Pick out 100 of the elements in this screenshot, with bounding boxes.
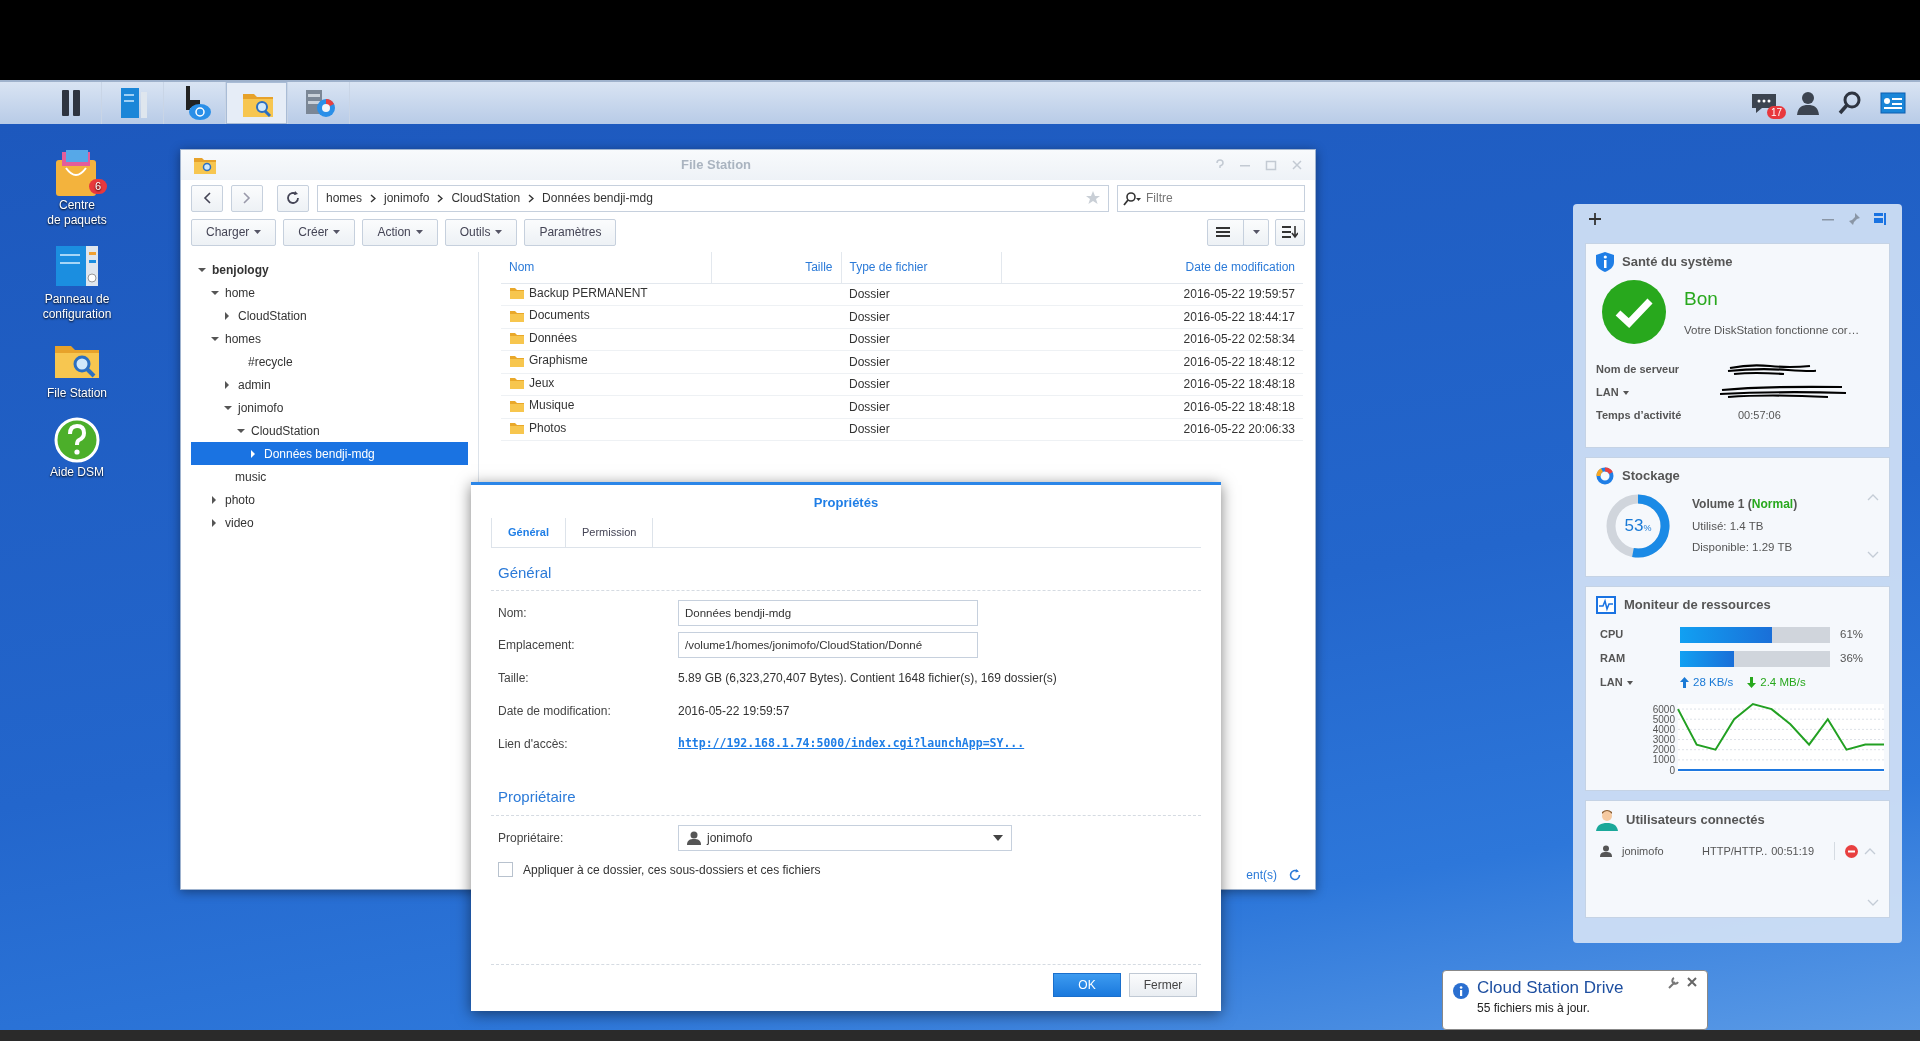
item-count-text: ent(s) — [1246, 867, 1277, 884]
widget-title: Moniteur de ressources — [1624, 596, 1771, 614]
file-name[interactable]: Photos — [509, 418, 567, 437]
checkbox-label: Appliquer à ce dossier, ces sous-dossiers et ces fichiers — [523, 861, 821, 879]
desktop-shortcut[interactable]: Panneau de configuration — [27, 242, 127, 322]
dialog-title: Propriétés — [812, 494, 880, 512]
search-icon — [1123, 191, 1141, 206]
tree-item[interactable]: video — [191, 511, 468, 534]
toolbar-button[interactable]: Créer — [283, 218, 356, 246]
disconnect-icon[interactable] — [1845, 844, 1859, 858]
breadcrumb-link[interactable]: CloudStation — [451, 189, 521, 207]
star-icon[interactable] — [1086, 191, 1100, 205]
field-label: Taille: — [498, 669, 530, 687]
desktop-shortcut[interactable]: Centre de paquets 6 — [27, 148, 127, 228]
filter-field[interactable]: Filtre — [1117, 184, 1305, 212]
file-name[interactable]: Graphisme — [509, 351, 588, 369]
info-icon — [1453, 983, 1469, 999]
file-name[interactable]: Données — [509, 328, 578, 347]
tree-item[interactable]: admin — [191, 373, 468, 396]
desktop-shortcut[interactable]: Aide DSM — [27, 415, 127, 480]
column-header[interactable]: Date de modification — [1001, 252, 1303, 283]
panel-icon[interactable] — [1874, 213, 1886, 225]
breadcrumb-link[interactable]: jonimofo — [384, 189, 430, 207]
close-button[interactable]: Fermer — [1129, 973, 1197, 997]
column-header[interactable]: Type de fichier — [841, 252, 1001, 283]
tree-item[interactable]: #recycle — [191, 350, 468, 373]
plus-icon[interactable] — [1589, 213, 1601, 225]
health-status: Bon — [1684, 287, 1719, 312]
table-cell: Dossier — [841, 328, 1001, 351]
desktop-shortcut[interactable]: File Station — [27, 336, 127, 401]
widget-title: Santé du système — [1622, 253, 1733, 272]
ok-button[interactable]: OK — [1053, 973, 1121, 997]
file-name[interactable]: Backup PERMANENT — [509, 283, 648, 302]
search-icon — [1838, 91, 1862, 115]
tab[interactable]: Permission — [565, 517, 654, 547]
sort-button[interactable] — [1275, 218, 1305, 246]
available-space: Disponible: 1.29 TB — [1692, 540, 1794, 555]
caret-icon — [415, 230, 423, 234]
text-field[interactable]: Données bendji-mdg — [678, 600, 978, 626]
usage-percent: 53% — [1624, 514, 1652, 537]
upload-rate: 28 KB/s — [1693, 674, 1734, 690]
lan-dropdown[interactable]: LAN — [1600, 674, 1623, 691]
tab[interactable]: Général — [491, 517, 566, 547]
axis-tick-label: 0 — [1669, 764, 1675, 775]
file-name[interactable]: Documents — [509, 306, 590, 324]
column-header[interactable]: Nom — [501, 252, 711, 283]
caret-down-icon — [993, 834, 1003, 841]
tree-item[interactable]: benjology — [191, 258, 468, 281]
folder-icon — [509, 285, 525, 300]
user-button[interactable] — [1796, 91, 1820, 115]
tree-item[interactable]: home — [191, 281, 468, 304]
widgets-button[interactable] — [1880, 92, 1906, 114]
arrow-up-icon — [1680, 677, 1689, 688]
axis-tick-label: 1000 — [1652, 753, 1675, 765]
download-rate: 2.4 MB/s — [1760, 674, 1806, 690]
tree-item[interactable]: jonimofo — [191, 396, 468, 419]
view-mode-button[interactable] — [1207, 218, 1269, 246]
tree-item[interactable]: Données bendji-mdg — [191, 442, 468, 465]
wrench-icon[interactable] — [1667, 977, 1679, 989]
table-cell: Dossier — [841, 350, 1001, 373]
checkbox[interactable] — [498, 862, 513, 877]
breadcrumb-link[interactable]: Données bendji-mdg — [542, 189, 653, 207]
column-header[interactable]: Taille — [711, 252, 841, 283]
table-cell: Dossier — [841, 395, 1001, 418]
table-cell: Dossier — [841, 283, 1001, 306]
toolbar-button[interactable]: Action — [362, 218, 438, 246]
field-label: Emplacement: — [498, 637, 576, 654]
list-icon — [1216, 226, 1230, 238]
table-cell: Dossier — [841, 373, 1001, 396]
chevron-left-icon — [203, 192, 211, 204]
tree-item[interactable]: photo — [191, 488, 468, 511]
tree-item[interactable]: CloudStation — [191, 419, 468, 442]
access-link[interactable]: http://192.168.1.74:5000/index.cgi?launchApp=SY... — [678, 734, 1025, 753]
toolbar-button[interactable]: Charger — [191, 218, 277, 246]
tree-item[interactable]: homes — [191, 327, 468, 350]
table-cell: 2016-05-22 18:48:18 — [1001, 373, 1303, 396]
close-icon[interactable] — [1687, 977, 1697, 987]
table-cell: 2016-05-22 18:48:12 — [1001, 350, 1303, 373]
search-button[interactable] — [1838, 91, 1862, 115]
meter-reading: 36% — [1840, 650, 1864, 666]
breadcrumb-link[interactable]: homes — [326, 189, 363, 207]
axis-tick-label: 6000 — [1652, 703, 1675, 715]
window-title: File Station — [679, 156, 753, 175]
table-cell: 2016-05-22 18:48:18 — [1001, 395, 1303, 418]
notification-title: Cloud Station Drive — [1477, 977, 1625, 999]
refresh-button[interactable] — [277, 184, 309, 212]
health-message: Votre DiskStation fonctionne cor… — [1684, 322, 1860, 338]
table-cell: Dossier — [841, 305, 1001, 328]
back-button[interactable] — [191, 184, 223, 212]
file-name[interactable]: Musique — [509, 396, 575, 414]
file-name[interactable]: Jeux — [509, 373, 555, 392]
tree-item[interactable]: CloudStation — [191, 304, 468, 327]
tree-item[interactable]: music — [191, 465, 468, 488]
refresh-icon[interactable] — [1289, 869, 1301, 881]
lan-dropdown[interactable]: LAN — [1596, 384, 1619, 401]
toolbar-button[interactable]: Outils — [444, 218, 518, 246]
text-field[interactable]: /volume1/homes/jonimofo/CloudStation/Donné — [678, 632, 978, 658]
table-cell: Dossier — [841, 418, 1001, 441]
owner-dropdown[interactable]: jonimofo — [678, 824, 1012, 851]
toolbar-button[interactable]: Paramètres — [524, 218, 617, 246]
